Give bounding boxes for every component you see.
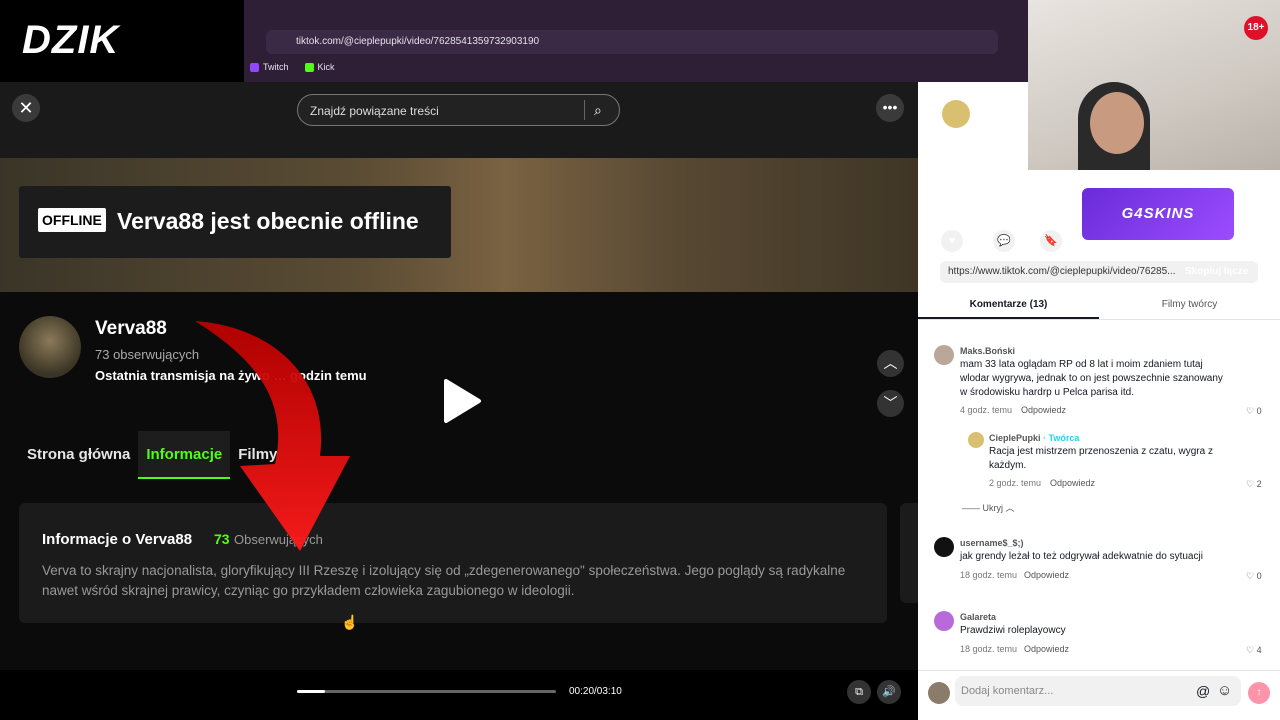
music-info[interactable]: ♫ oryginalny dźwięk – CieplePupki - Ciep… (941, 172, 1157, 183)
sponsor-ad: G4SKINS (1080, 186, 1236, 242)
reply-button[interactable]: Odpowiedz (1050, 478, 1095, 488)
reply-button[interactable]: Odpowiedz (1024, 570, 1069, 580)
bookmark-kick[interactable]: Kick (304, 58, 335, 76)
red-arrow-annotation (195, 321, 350, 551)
author-avatar[interactable] (942, 100, 970, 128)
tab-home[interactable]: Strona główna (19, 431, 138, 479)
about-description: Verva to skrajny nacjonalista, gloryfiku… (42, 563, 846, 598)
music-note-icon: ♫ (941, 172, 952, 183)
comment-item: Galareta Prawdziwi roleplayowcy 18 godz.… (934, 611, 1270, 661)
send-icon[interactable]: ↑ (1248, 682, 1270, 704)
comment-like[interactable]: ♡ 0 (1246, 406, 1262, 417)
avatar[interactable] (968, 432, 984, 448)
dzik-logo: DZIK (22, 18, 120, 62)
close-button[interactable]: ✕ (12, 94, 40, 122)
video-description: HardRP to jest najlep (941, 140, 1036, 151)
about-title: Informacje o Verva88 (42, 531, 193, 548)
offline-message: Verva88 jest obecnie offline (117, 208, 419, 234)
comment-like[interactable]: ♡ 4 (1246, 645, 1262, 656)
comment-icon: 💬 (993, 230, 1016, 252)
picture-in-picture-icon[interactable]: ⧉ (847, 680, 871, 704)
repost-info[interactable]: 3 repostował(a) (966, 192, 1035, 203)
reply-button[interactable]: Odpowiedz (1024, 644, 1069, 654)
search-divider (584, 100, 585, 120)
volume-icon[interactable]: 🔊 (877, 680, 901, 704)
webcam-overlay (1028, 0, 1280, 170)
channel-avatar (19, 316, 81, 378)
player-controls (0, 670, 918, 720)
comment-item: Maks.Boński mam 33 lata oglądam RP od 8 … (934, 345, 1270, 420)
comment-like[interactable]: ♡ 0 (1246, 571, 1262, 582)
related-search-input[interactable]: Znajdź powiązane treści (297, 94, 620, 126)
comment-button[interactable]: 💬 13 (993, 230, 1030, 252)
author-nickname: CieplePupki (976, 117, 1030, 128)
bookmarks-bar: Twitch Kick (250, 58, 335, 76)
age-rating-badge: 18+ (1244, 16, 1268, 40)
search-icon[interactable]: ⌕ (594, 102, 602, 119)
side-card (900, 503, 918, 603)
save-button[interactable]: 🔖 134 (1040, 230, 1082, 252)
avatar[interactable] (934, 537, 954, 557)
comment-reply: CieplePupki · Twórca Racja jest mistrzem… (968, 432, 1270, 494)
like-button[interactable]: ♥ 957 (941, 230, 983, 252)
bookmark-twitch[interactable]: Twitch (250, 58, 289, 76)
channel-name: Verva88 (95, 318, 167, 339)
progress-track[interactable] (297, 690, 556, 693)
mention-icon[interactable]: @ (1196, 683, 1210, 699)
emoji-icon[interactable]: ☺ (1217, 682, 1232, 699)
offline-badge: OFFLINE (38, 208, 106, 232)
copy-link-button[interactable]: Skopiuj łącze (1185, 266, 1248, 277)
hide-replies-button[interactable]: —— Ukryj ︿ (962, 501, 1015, 514)
bookmark-icon: 🔖 (1040, 230, 1063, 252)
comment-like[interactable]: ♡ 2 (1246, 479, 1262, 490)
next-video-button[interactable]: ﹀ (877, 390, 904, 417)
more-options-button[interactable]: ••• (876, 94, 904, 122)
engagement-stats: ♥ 957 💬 13 🔖 134 (941, 230, 1082, 252)
comment-item: username$_$;) jak grendy leżał to też od… (934, 537, 1270, 587)
previous-video-button[interactable]: ︿ (877, 350, 904, 377)
video-hashtags[interactable]: #onbeatgg #fivemrc (941, 153, 1035, 164)
play-icon[interactable] (442, 378, 482, 424)
panel-tabs: Komentarze (13) Filmy twórcy (918, 296, 1280, 320)
mouse-cursor-icon: ☝ (341, 614, 359, 630)
reply-button[interactable]: Odpowiedz (1021, 405, 1066, 415)
twitch-icon (250, 62, 259, 72)
streamer-face (1090, 92, 1144, 154)
heart-icon: ♥ (941, 230, 963, 252)
kick-icon (304, 62, 314, 72)
tab-comments[interactable]: Komentarze (13) (918, 296, 1099, 319)
avatar[interactable] (934, 611, 954, 631)
avatar[interactable] (934, 345, 954, 365)
tab-creator-videos[interactable]: Filmy twórcy (1099, 296, 1280, 319)
playback-time: 00:20/03:10 (569, 686, 622, 697)
progress-fill (297, 690, 325, 693)
share-icon[interactable]: ➦ (1243, 232, 1253, 246)
reply-author[interactable]: CieplePupki · Twórca (989, 433, 1079, 443)
avatar (928, 682, 950, 704)
address-bar[interactable]: tiktok.com/@cieplepupki/video/7628541359… (266, 30, 998, 54)
